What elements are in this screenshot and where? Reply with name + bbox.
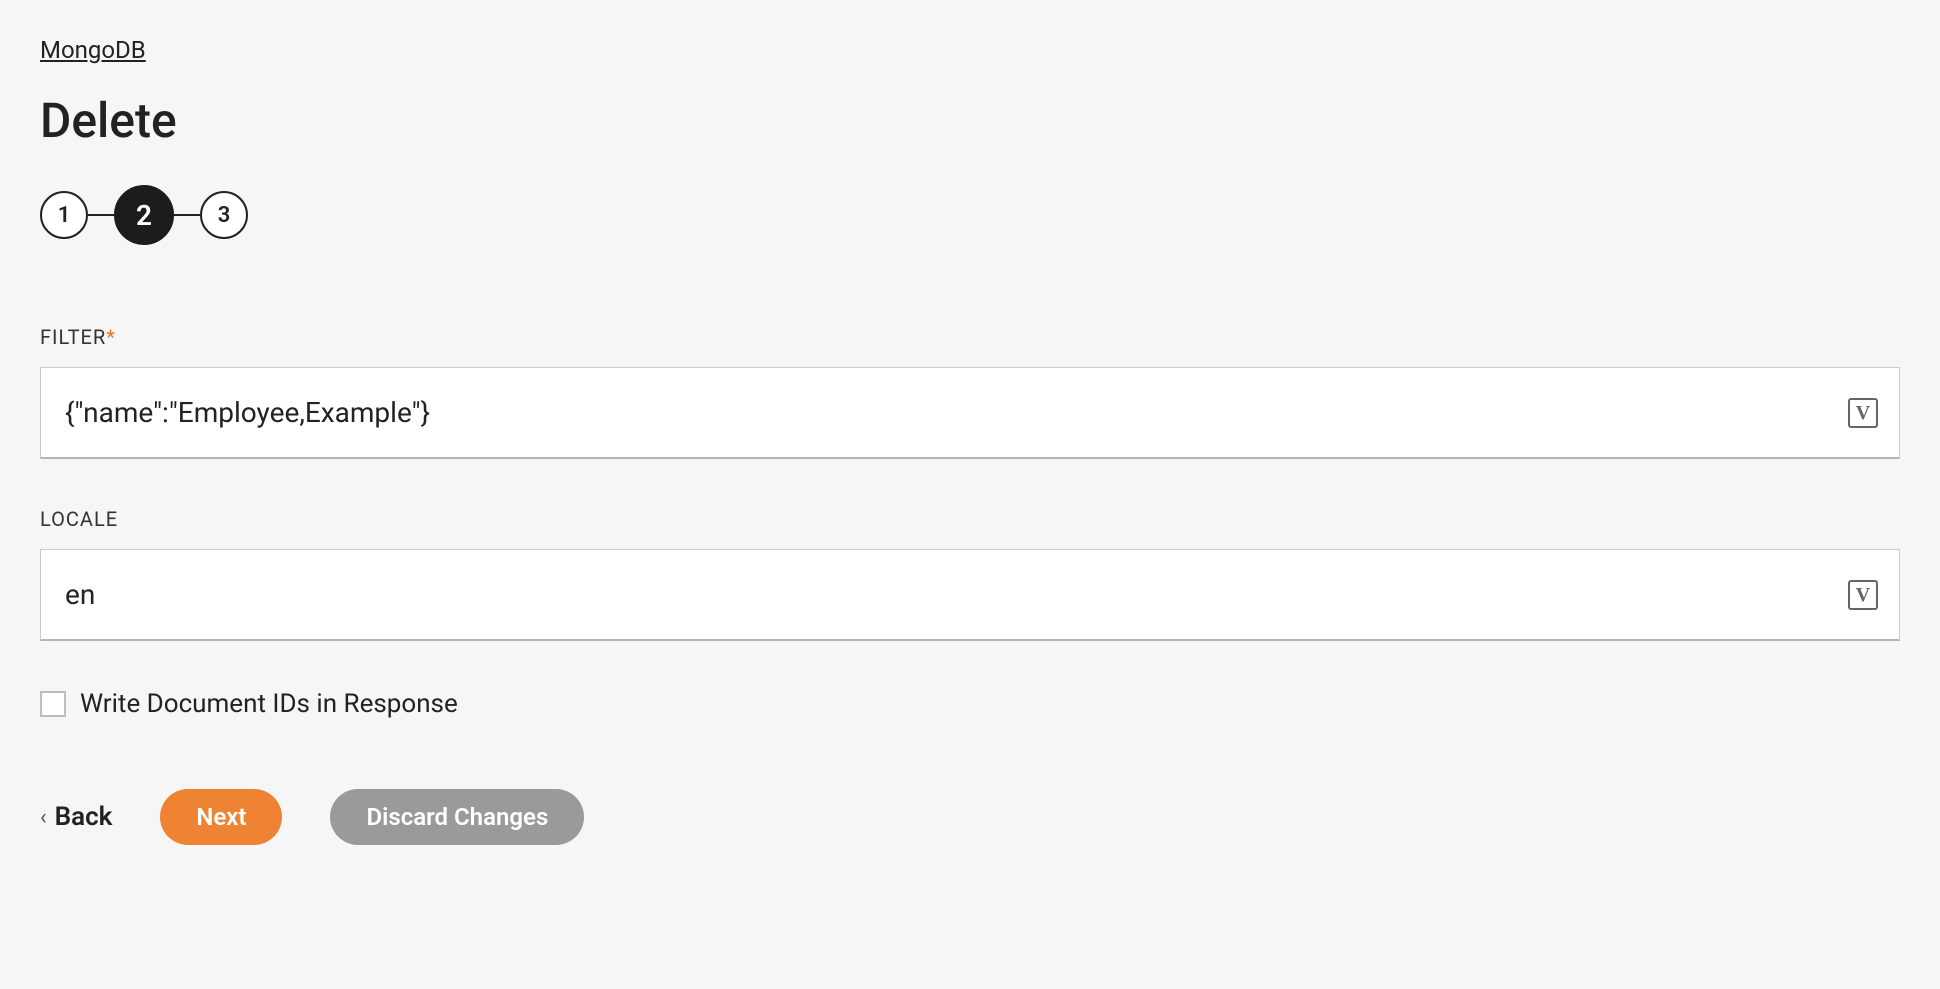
required-star-icon: * <box>106 325 116 349</box>
step-1[interactable]: 1 <box>40 191 88 239</box>
variable-picker-icon[interactable]: V <box>1848 580 1878 610</box>
step-3[interactable]: 3 <box>200 191 248 239</box>
step-2[interactable]: 2 <box>114 185 174 245</box>
filter-group: FILTER* V <box>40 325 1900 459</box>
filter-label-text: FILTER <box>40 325 106 349</box>
filter-label: FILTER* <box>40 325 1900 349</box>
write-ids-row: Write Document IDs in Response <box>40 689 1900 719</box>
locale-group: LOCALE V <box>40 507 1900 641</box>
page-title: Delete <box>40 92 1900 149</box>
chevron-left-icon: ‹ <box>40 805 47 830</box>
discard-changes-button[interactable]: Discard Changes <box>330 789 584 845</box>
filter-input[interactable] <box>40 367 1900 459</box>
step-connector <box>174 214 200 216</box>
next-button[interactable]: Next <box>160 789 282 845</box>
locale-label: LOCALE <box>40 507 1900 531</box>
variable-picker-icon[interactable]: V <box>1848 398 1878 428</box>
back-button-label: Back <box>55 802 113 832</box>
back-button[interactable]: ‹ Back <box>40 802 112 832</box>
breadcrumb-mongodb[interactable]: MongoDB <box>40 36 146 64</box>
button-row: ‹ Back Next Discard Changes <box>40 789 1900 845</box>
write-ids-label: Write Document IDs in Response <box>80 689 458 719</box>
write-ids-checkbox[interactable] <box>40 691 66 717</box>
locale-input[interactable] <box>40 549 1900 641</box>
step-connector <box>88 214 114 216</box>
wizard-stepper: 1 2 3 <box>40 185 1900 245</box>
